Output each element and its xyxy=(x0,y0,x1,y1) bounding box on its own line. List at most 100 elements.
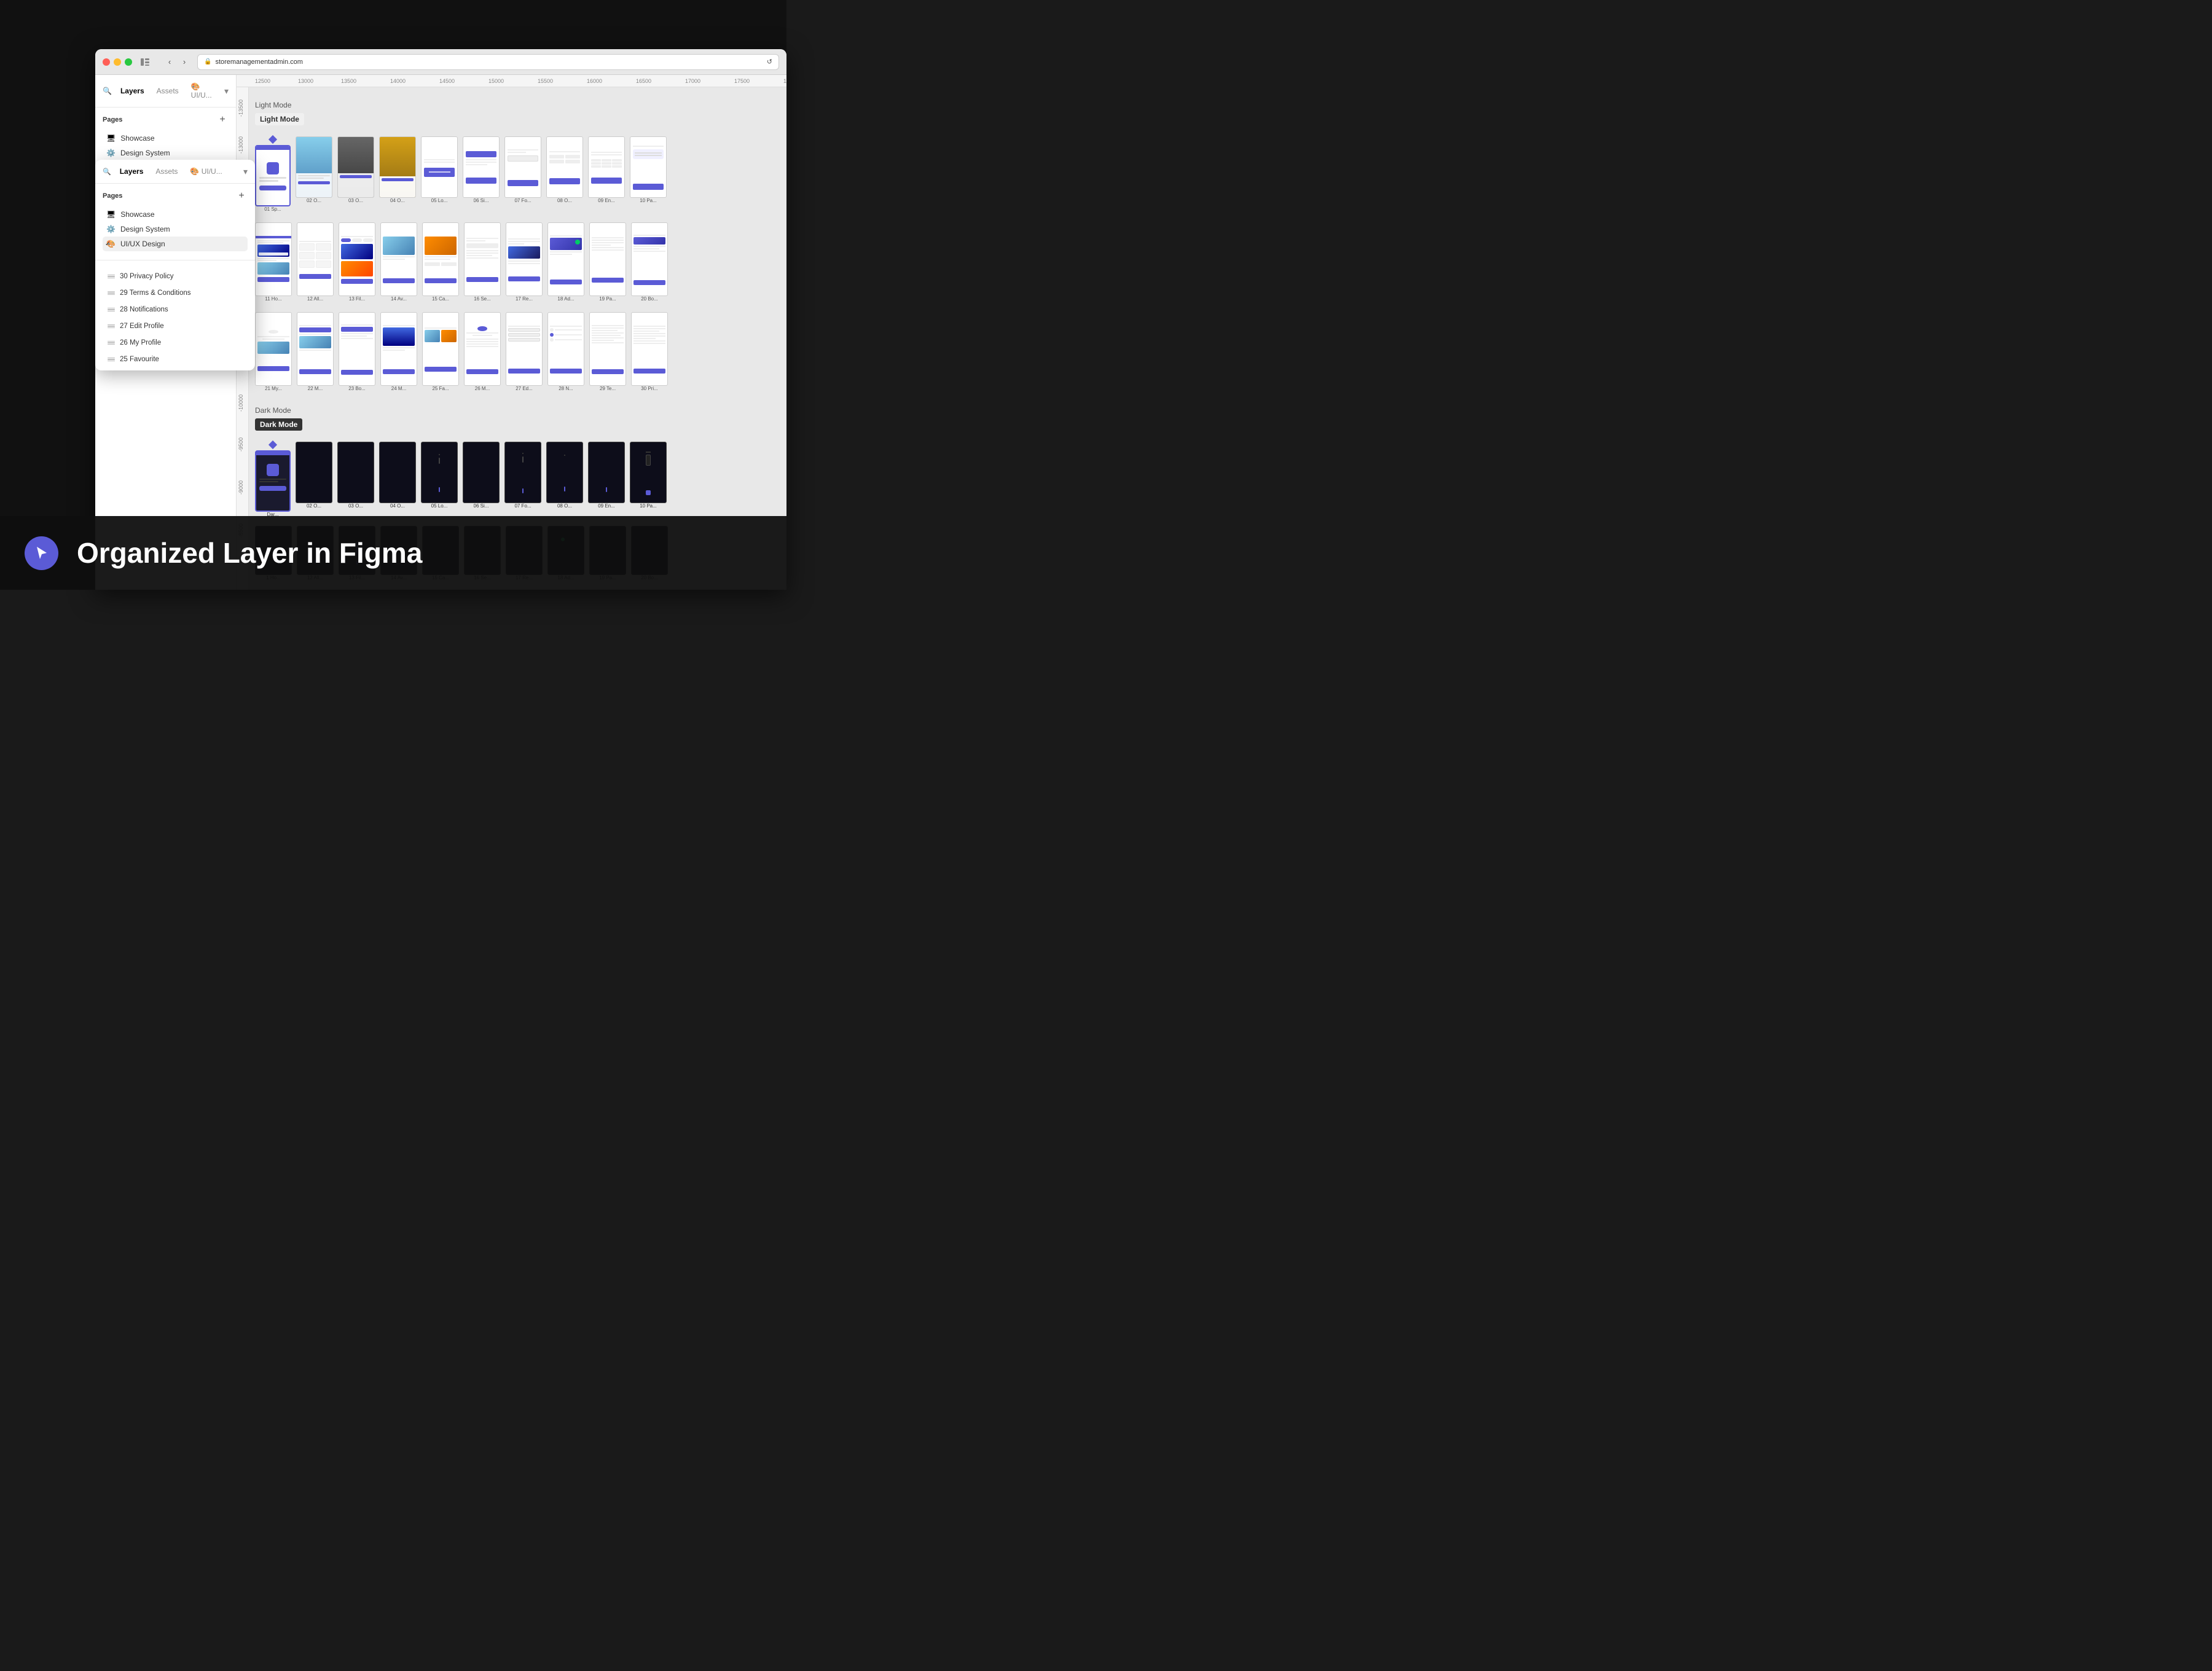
frame-group-04: 04 O... xyxy=(379,136,416,213)
add-page-button[interactable]: + xyxy=(216,114,229,126)
floating-layer-item[interactable]: 30 Privacy Policy xyxy=(99,268,251,284)
refresh-button[interactable]: ↺ xyxy=(767,58,772,66)
search-icon-2: 🔍 xyxy=(103,168,111,176)
floating-add-page-btn[interactable]: + xyxy=(235,190,248,202)
traffic-lights xyxy=(103,58,132,66)
minimize-button[interactable] xyxy=(114,58,121,66)
dark-thumb-06 xyxy=(463,442,500,503)
address-bar[interactable]: 🔒 storemanagementadmin.com ↺ xyxy=(197,54,779,70)
floating-page-uiux[interactable]: ✓ 🎨 UI/UX Design xyxy=(103,237,248,251)
frame-thumb-20 xyxy=(631,222,668,296)
forward-button[interactable]: › xyxy=(178,55,191,69)
frame-label-24: 24 M... xyxy=(391,386,406,391)
frame-group-09: 09 En... xyxy=(588,136,625,213)
frame-label-17: 17 Re... xyxy=(516,296,533,302)
floating-layers-list: 30 Privacy Policy 29 Terms & Conditions … xyxy=(95,265,255,370)
frame-label-02: 02 O... xyxy=(307,198,321,203)
ruler-v-num: -10000 xyxy=(238,394,244,412)
floating-page-design-name: Design System xyxy=(120,225,170,233)
dark-thumb-09 xyxy=(588,442,625,503)
tab-assets[interactable]: Assets xyxy=(153,84,182,98)
dark-frame-label-07: 07 Fo... xyxy=(514,503,531,509)
dark-frame-label-06: 06 Si... xyxy=(474,503,489,509)
banner-title-text: Organized Layer in Figma xyxy=(77,536,422,569)
floating-tab-layers[interactable]: Layers xyxy=(116,165,147,178)
frame-label-19: 19 Pa... xyxy=(599,296,616,302)
floating-page-showcase[interactable]: 🖥 Showcase xyxy=(103,207,248,222)
frame-label-13: 13 Fil... xyxy=(349,296,365,302)
frame-label-08: 08 O... xyxy=(557,198,572,203)
floating-more-btn[interactable]: ▾ xyxy=(243,166,248,177)
dark-mode-label-container: Dark Mode xyxy=(255,405,668,416)
dark-frame-06: 07 Fo... xyxy=(504,442,541,519)
floating-layer-item[interactable]: 25 Favourite xyxy=(99,351,251,367)
frame-group-08: 08 O... xyxy=(546,136,583,213)
frame-thumb-27 xyxy=(506,312,543,386)
ruler-num: 14500 xyxy=(439,78,455,84)
page-item-showcase[interactable]: 🖥 Showcase xyxy=(103,131,229,146)
frame-thumb-13 xyxy=(339,222,375,296)
drag-handle-icon xyxy=(108,324,115,329)
floating-layer-privacy: 30 Privacy Policy xyxy=(120,273,174,280)
browser-chrome: ‹ › 🔒 storemanagementadmin.com ↺ xyxy=(95,49,786,75)
frame-label-22: 22 M... xyxy=(308,386,323,391)
frame-thumb-15 xyxy=(422,222,459,296)
ruler-horizontal: 12500 13000 13500 14000 14500 15000 1550… xyxy=(237,75,786,87)
frame-group-28: 28 N... xyxy=(547,312,584,393)
drag-handle-icon xyxy=(108,275,115,279)
frame-thumb-12 xyxy=(297,222,334,296)
ruler-num: 14000 xyxy=(390,78,406,84)
frame-label-23: 23 Bo... xyxy=(348,386,366,391)
pages-title: Pages xyxy=(103,116,122,123)
canvas-area[interactable]: 12500 13000 13500 14000 14500 15000 1550… xyxy=(237,75,786,590)
canvas-content: Light Mode Light Mode xyxy=(249,87,786,590)
frame-group-05: 05 Lo... xyxy=(421,136,458,213)
floating-tab-assets[interactable]: Assets xyxy=(152,165,181,178)
floating-tab-uiux[interactable]: 🎨 UI/U... xyxy=(186,165,226,178)
frame-thumb-18 xyxy=(547,222,584,296)
dark-frame-04: 05 Lo... xyxy=(421,442,458,519)
dark-frame-05: 06 Si... xyxy=(463,442,500,519)
dark-frame-03: 04 O... xyxy=(379,442,416,519)
page-item-design-system[interactable]: ⚙️ Design System xyxy=(103,146,229,160)
ruler-num: 17500 xyxy=(734,78,750,84)
ruler-num: 16000 xyxy=(587,78,602,84)
floating-pages-section: Pages + 🖥 Showcase ⚙️ Design System ✓ 🎨 … xyxy=(95,184,255,255)
frame-group-18: 18 Ad... xyxy=(547,222,584,303)
bottom-banner: Organized Layer in Figma xyxy=(0,516,786,590)
drag-handle-icon xyxy=(108,291,115,295)
floating-layer-item[interactable]: 29 Terms & Conditions xyxy=(99,285,251,301)
ruler-num: 15500 xyxy=(538,78,553,84)
dark-thumb-featured xyxy=(255,450,291,512)
light-mode-badge: Light Mode xyxy=(255,113,304,125)
frame-group-07: 07 Fo... xyxy=(504,136,541,213)
frame-group-27: 27 Ed... xyxy=(506,312,543,393)
floating-layer-item[interactable]: 28 Notifications xyxy=(99,302,251,318)
sidebar-tab-bar: 🔍 Layers Assets 🎨 UI/U... ▾ xyxy=(95,75,236,108)
tab-layers[interactable]: Layers xyxy=(117,84,148,98)
frame-group-17: 17 Re... xyxy=(506,222,543,303)
close-button[interactable] xyxy=(103,58,110,66)
dark-frame-label-02: 02 O... xyxy=(307,503,321,509)
fullscreen-button[interactable] xyxy=(125,58,132,66)
floating-layer-item[interactable]: 27 Edit Profile xyxy=(99,318,251,334)
tab-uiux[interactable]: 🎨 UI/U... xyxy=(187,80,219,102)
sidebar-toggle-button[interactable] xyxy=(138,55,152,69)
frame-label-25: 25 Fa... xyxy=(432,386,449,391)
frame-thumb-16 xyxy=(464,222,501,296)
more-options-button[interactable]: ▾ xyxy=(224,86,229,96)
floating-layer-edit-profile: 27 Edit Profile xyxy=(120,323,164,330)
floating-pages-title: Pages xyxy=(103,192,122,200)
frame-label-14: 14 Av... xyxy=(391,296,407,302)
frame-label-11: 11 Ho... xyxy=(265,296,281,302)
frame-label-10: 10 Pa... xyxy=(640,198,657,203)
ruler-num: 13000 xyxy=(298,78,313,84)
frames-row-1: 01 Sp... 02 O... xyxy=(255,136,668,213)
floating-layer-item[interactable]: 26 My Profile xyxy=(99,335,251,351)
floating-page-design-system[interactable]: ⚙️ Design System xyxy=(103,222,248,237)
cursor-icon xyxy=(25,536,58,570)
back-button[interactable]: ‹ xyxy=(163,55,176,69)
frame-label-05: 05 Lo... xyxy=(431,198,448,203)
frame-label-03: 03 O... xyxy=(348,198,363,203)
frame-group-26: 26 M... xyxy=(464,312,501,393)
